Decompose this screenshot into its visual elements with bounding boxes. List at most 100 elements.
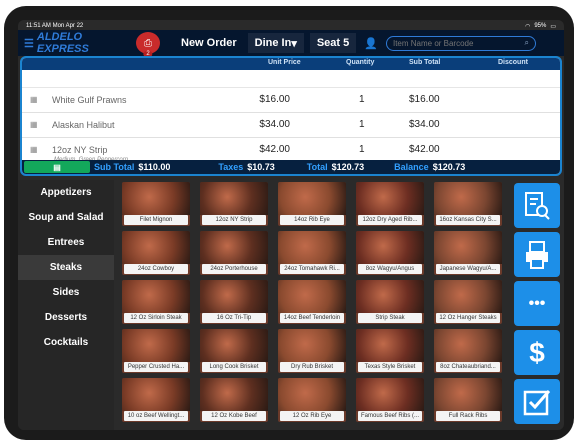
receipt-button[interactable]: ▤ <box>24 161 90 173</box>
totals-bar: ▤ Sub Total $110.00 Taxes $10.73 Total $… <box>22 160 560 174</box>
item-name: 12oz NY Strip <box>52 145 108 155</box>
menu-item-label: Filet Mignon <box>124 215 188 225</box>
tablet-device: 11:51 AM Mon Apr 22 ◠ 95% ▭ ☰ ALDELO EXP… <box>4 6 574 440</box>
menu-item-photo <box>434 231 502 264</box>
menu-item-label: Full Rack Ribs <box>436 411 500 421</box>
dine-in-dropdown[interactable]: Dine In ▾ <box>247 33 304 53</box>
brand-logo[interactable]: ☰ ALDELO EXPRESS <box>24 31 136 55</box>
item-subtotal: $16.00 <box>409 94 440 105</box>
menu-item-label: 24oz Porterhouse <box>202 264 266 274</box>
menu-item-label: 12oz NY Strip <box>202 215 266 225</box>
search-box[interactable]: ⌕ <box>385 35 536 51</box>
order-row[interactable]: ▦ White Gulf Prawns $16.00 1 $16.00 <box>22 88 560 113</box>
item-subtotal: $34.00 <box>409 119 440 130</box>
sub-total-header: Sub Total <box>409 59 441 66</box>
top-bar: ☰ ALDELO EXPRESS ⎙ 2 New Order Dine In ▾… <box>18 30 564 57</box>
menu-item-label: 14oz Beef Tenderloin <box>280 313 344 323</box>
item-subtotal: $42.00 <box>409 144 440 155</box>
menu-item-label: 10 oz Beef Wellingt... <box>124 411 188 421</box>
menu-item-tile[interactable]: 14oz Rib Eye <box>278 182 346 226</box>
sub-total-value: $110.00 <box>138 162 171 172</box>
menu-item-tile[interactable]: 14oz Beef Tenderloin <box>278 280 346 324</box>
menu-item-tile[interactable]: 24oz Tomahawk Ri... <box>278 231 346 275</box>
battery-level: 95% <box>534 23 547 29</box>
menu-item-label: 12 Oz Rib Eye <box>280 411 344 421</box>
menu-item-label: Long Cook Brisket <box>202 362 266 372</box>
menu-item-tile[interactable]: Texas Style Brisket <box>356 329 424 373</box>
category-steaks[interactable]: Steaks <box>18 255 114 280</box>
menu-item-tile[interactable]: 16oz Kansas City S... <box>434 182 502 226</box>
order-row[interactable]: ▦ Alaskan Halibut $34.00 1 $34.00 <box>22 113 560 138</box>
more-options-button[interactable]: ••• <box>514 281 560 326</box>
menu-item-label: Japanese Wagyu/A... <box>436 264 500 274</box>
menu-item-tile[interactable]: 8oz Chateaubriand... <box>434 329 502 373</box>
menu-item-photo <box>356 231 424 264</box>
menu-item-tile[interactable]: Japanese Wagyu/A... <box>434 231 502 275</box>
menu-item-label: Dry Rub Brisket <box>280 362 344 372</box>
menu-item-label: Strip Steak <box>358 313 422 323</box>
menu-item-tile[interactable]: 12 Oz Kobe Beef <box>200 378 268 422</box>
category-desserts[interactable]: Desserts <box>18 305 114 330</box>
total-label: Total <box>306 162 328 172</box>
category-cocktails[interactable]: Cocktails <box>18 330 114 355</box>
receipt-search-button[interactable] <box>514 183 560 228</box>
menu-item-tile[interactable]: Filet Mignon <box>122 182 190 226</box>
menu-item-photo <box>278 329 346 362</box>
menu-item-label: 12 Oz Hanger Steaks <box>436 313 500 323</box>
menu-item-photo <box>200 378 268 411</box>
menu-item-tile[interactable]: 12 Oz Hanger Steaks <box>434 280 502 324</box>
more-icon: ••• <box>528 294 546 312</box>
menu-item-tile[interactable]: 12oz NY Strip <box>200 182 268 226</box>
menu-item-tile[interactable]: Full Rack Ribs <box>434 378 502 422</box>
menu-item-tile[interactable]: Long Cook Brisket <box>200 329 268 373</box>
menu-item-tile[interactable]: 24oz Cowboy <box>122 231 190 275</box>
item-icon: ▦ <box>30 120 38 129</box>
item-quantity: 1 <box>359 119 365 130</box>
discount-header: Discount <box>498 59 528 66</box>
item-price: $34.00 <box>259 119 290 130</box>
category-sides[interactable]: Sides <box>18 280 114 305</box>
menu-item-tile[interactable]: Strip Steak <box>356 280 424 324</box>
category-entrees[interactable]: Entrees <box>18 230 114 255</box>
item-quantity: 1 <box>359 94 365 105</box>
category-appetizers[interactable]: Appetizers <box>18 180 114 205</box>
menu-item-tile[interactable]: 12 Oz Sirloin Steak <box>122 280 190 324</box>
finalize-order-button[interactable] <box>514 379 560 424</box>
menu-item-tile[interactable]: 12oz Dry Aged Rib... <box>356 182 424 226</box>
menu-item-tile[interactable]: Dry Rub Brisket <box>278 329 346 373</box>
search-icon[interactable]: ⌕ <box>524 38 528 48</box>
payment-button[interactable]: $ <box>514 330 560 375</box>
search-input[interactable] <box>392 38 525 48</box>
print-icon: ⎙ <box>144 37 152 49</box>
menu-item-photo <box>200 182 268 215</box>
menu-item-photo <box>278 280 346 313</box>
print-receipt-button[interactable] <box>514 232 560 277</box>
menu-item-tile[interactable]: 8oz Wagyu/Angus <box>356 231 424 275</box>
item-quantity: 1 <box>359 144 365 155</box>
menu-item-grid: Filet Mignon 12oz NY Strip 14oz Rib Eye 12o… <box>122 182 510 428</box>
menu-item-tile[interactable]: 10 oz Beef Wellingt... <box>122 378 190 422</box>
screen: 11:51 AM Mon Apr 22 ◠ 95% ▭ ☰ ALDELO EXP… <box>18 20 564 430</box>
menu-item-label: 16 Oz Tri-Tip <box>202 313 266 323</box>
battery-icon: ▭ <box>550 23 556 30</box>
item-icon: ▦ <box>30 145 38 154</box>
receipt-search-icon <box>525 191 550 220</box>
menu-item-tile[interactable]: 12 Oz Rib Eye <box>278 378 346 422</box>
menu-item-tile[interactable]: 16 Oz Tri-Tip <box>200 280 268 324</box>
new-order-button[interactable]: New Order <box>174 33 244 53</box>
menu-item-photo <box>356 329 424 362</box>
category-soup-and-salad[interactable]: Soup and Salad <box>18 205 114 230</box>
person-icon[interactable]: 👤 <box>364 37 378 50</box>
menu-item-photo <box>122 329 190 362</box>
order-column-headers: Unit Price Quantity Sub Total Discount <box>22 58 560 70</box>
menu-item-tile[interactable]: 24oz Porterhouse <box>200 231 268 275</box>
menu-item-photo <box>356 280 424 313</box>
hamburger-icon[interactable]: ☰ <box>24 37 34 50</box>
menu-item-tile[interactable]: Famous Beef Ribs (... <box>356 378 424 422</box>
print-button[interactable]: ⎙ 2 <box>136 32 160 57</box>
menu-item-tile[interactable]: Pepper Crusted Ha... <box>122 329 190 373</box>
menu-item-photo <box>122 280 190 313</box>
menu-item-photo <box>200 280 268 313</box>
menu-item-label: Famous Beef Ribs (... <box>358 411 422 421</box>
seat-button[interactable]: Seat 5 <box>309 33 357 53</box>
